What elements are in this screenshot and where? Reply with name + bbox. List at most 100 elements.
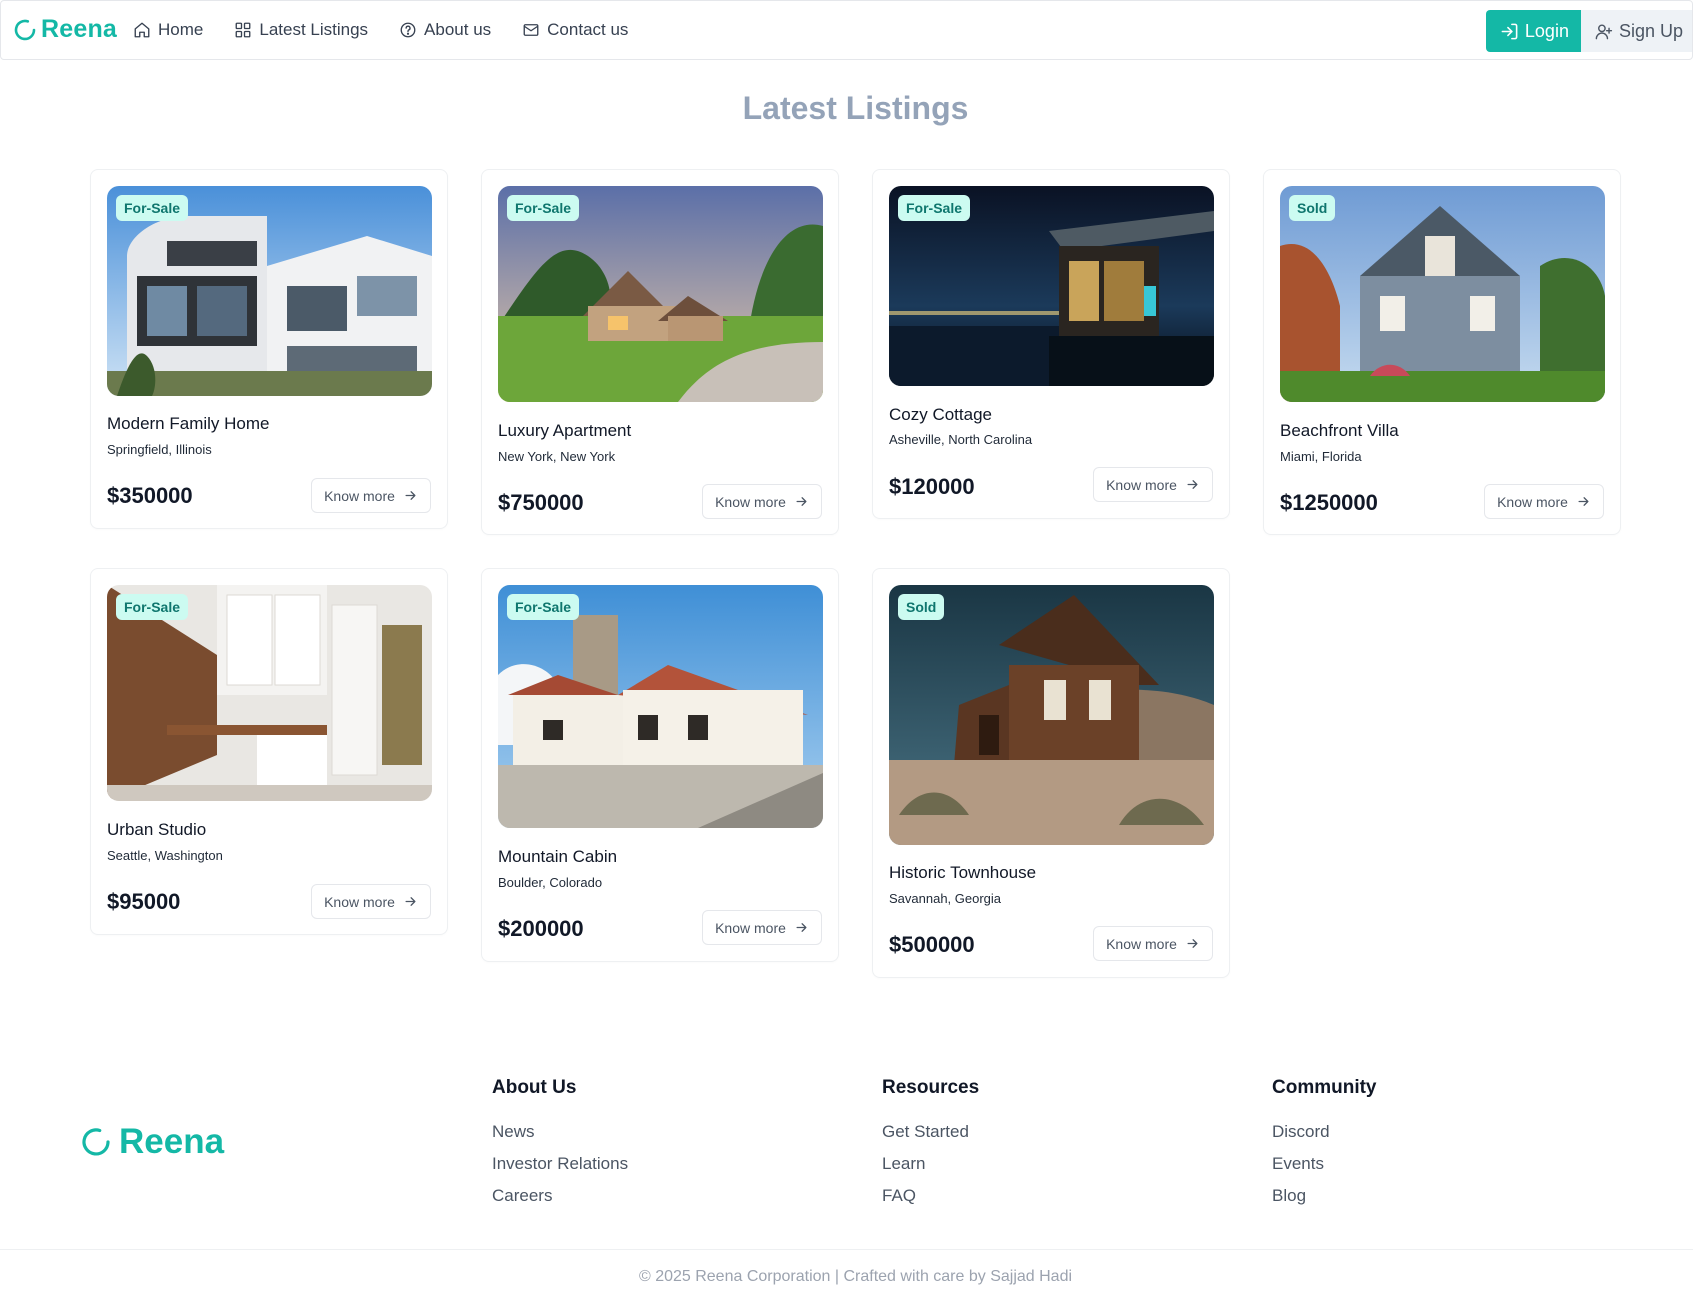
know-more-label: Know more [1106, 476, 1177, 493]
listing-location: Seattle, Washington [107, 848, 223, 863]
arrow-right-icon [405, 897, 416, 906]
grid-icon [235, 22, 251, 38]
know-more-label: Know more [324, 893, 395, 910]
listing-image[interactable]: For-Sale [889, 186, 1214, 386]
listing-card: Sold Beachfront Villa Miami, Florida $12… [1263, 169, 1621, 535]
know-more-button[interactable]: Know more [1093, 926, 1213, 961]
listing-price: $750000 [498, 490, 584, 515]
footer-column-about: About Us News Investor Relations Careers [492, 1077, 628, 1212]
brand-name: Reena [41, 15, 118, 43]
footer-column-title: About Us [492, 1077, 577, 1098]
footer-link-blog[interactable]: Blog [1272, 1180, 1377, 1212]
status-badge: For-Sale [507, 594, 580, 620]
listing-title: Mountain Cabin [498, 847, 618, 866]
listing-image[interactable]: For-Sale [107, 186, 432, 396]
know-more-label: Know more [715, 919, 786, 936]
footer-link-news[interactable]: News [492, 1116, 628, 1148]
help-circle-icon [400, 22, 416, 38]
nav-about[interactable]: About us [399, 20, 491, 40]
nav-latest-listings[interactable]: Latest Listings [234, 20, 368, 40]
status-badge: For-Sale [116, 195, 189, 221]
nav-about-label: About us [424, 20, 492, 39]
listing-card: Sold Historic Townhouse Savannah, Georgi… [872, 568, 1230, 978]
status-badge: For-Sale [507, 195, 580, 221]
listing-price: $500000 [889, 932, 975, 957]
home-icon [134, 22, 150, 38]
know-more-button[interactable]: Know more [1093, 467, 1213, 502]
arrow-right-icon [1578, 497, 1589, 506]
footer-column-community: Community Discord Events Blog [1272, 1077, 1377, 1212]
footer-column-title: Resources [882, 1077, 980, 1098]
know-more-label: Know more [715, 493, 786, 510]
login-button[interactable]: Login [1485, 10, 1581, 52]
footer-brand[interactable]: Reena [80, 1122, 224, 1162]
footer-link-get-started[interactable]: Get Started [882, 1116, 979, 1148]
listing-card: For-Sale Urban Studio Seattle, Washingto… [90, 568, 448, 935]
mail-icon [523, 24, 539, 36]
listing-location: Miami, Florida [1280, 449, 1362, 464]
listing-card: For-Sale Modern Family Home Springfield,… [90, 169, 448, 529]
know-more-button[interactable]: Know more [1484, 484, 1604, 519]
listing-title: Beachfront Villa [1280, 421, 1399, 440]
status-badge: For-Sale [116, 594, 189, 620]
user-plus-icon [1595, 23, 1613, 39]
nav-home[interactable]: Home [133, 20, 203, 40]
listing-location: Springfield, Illinois [107, 442, 212, 457]
page-title: Latest Listings [742, 90, 969, 126]
stone-villa-photo [498, 585, 823, 828]
footer-column-title: Community [1272, 1077, 1377, 1098]
footer-link-learn[interactable]: Learn [882, 1148, 979, 1180]
loader-circle-icon [14, 19, 36, 40]
listing-image[interactable]: For-Sale [498, 585, 823, 828]
listing-price: $200000 [498, 916, 584, 941]
know-more-button[interactable]: Know more [311, 884, 431, 919]
nav-contact-label: Contact us [547, 20, 629, 39]
listing-card: For-Sale Mountain Cabin Boulder, Colorad… [481, 568, 839, 962]
footer-link-events[interactable]: Events [1272, 1148, 1377, 1180]
know-more-label: Know more [1106, 935, 1177, 952]
arrow-right-icon [796, 923, 807, 932]
know-more-button[interactable]: Know more [702, 910, 822, 945]
signup-label: Sign Up [1618, 20, 1683, 41]
brand-logo[interactable]: Reena [13, 15, 117, 44]
listing-price: $350000 [107, 483, 193, 508]
footer-divider [0, 1249, 1693, 1250]
login-label: Login [1524, 20, 1569, 41]
arrow-right-icon [1187, 939, 1198, 948]
footer-column-resources: Resources Get Started Learn FAQ [882, 1077, 979, 1212]
wooden-cabin-photo [889, 585, 1214, 845]
listing-price: $1250000 [1280, 490, 1378, 515]
nav-latest-listings-label: Latest Listings [259, 20, 369, 39]
navbar: Reena Home Latest Listings About us Cont… [0, 0, 1693, 60]
log-in-icon [1501, 23, 1518, 39]
status-badge: For-Sale [898, 195, 971, 221]
signup-button[interactable]: Sign Up [1580, 10, 1692, 52]
nav-contact[interactable]: Contact us [522, 20, 628, 40]
know-more-label: Know more [1497, 493, 1568, 510]
footer-brand-name: Reena [119, 1122, 225, 1161]
listing-price: $120000 [889, 474, 975, 499]
nav-home-label: Home [158, 20, 204, 39]
listing-image[interactable]: Sold [889, 585, 1214, 845]
arrow-right-icon [405, 491, 416, 500]
listing-card: For-Sale Cozy Cottage Asheville, North C… [872, 169, 1230, 519]
arrow-right-icon [1187, 480, 1198, 489]
nav-links: Home Latest Listings About us Contact us [133, 20, 659, 40]
listing-image[interactable]: For-Sale [498, 186, 823, 402]
know-more-button[interactable]: Know more [311, 478, 431, 513]
listing-image[interactable]: For-Sale [107, 585, 432, 801]
know-more-button[interactable]: Know more [702, 484, 822, 519]
footer-link-investor-relations[interactable]: Investor Relations [492, 1148, 628, 1180]
listing-price: $95000 [107, 889, 181, 914]
listing-location: Asheville, North Carolina [889, 432, 1033, 447]
footer-link-discord[interactable]: Discord [1272, 1116, 1377, 1148]
auth-buttons: Login Sign Up [1485, 10, 1692, 52]
listing-location: Savannah, Georgia [889, 891, 1002, 906]
loader-circle-icon [82, 1128, 110, 1156]
footer-link-careers[interactable]: Careers [492, 1180, 628, 1212]
listing-image[interactable]: Sold [1280, 186, 1605, 402]
listing-title: Modern Family Home [107, 414, 270, 433]
listing-title: Cozy Cottage [889, 405, 992, 424]
listing-location: Boulder, Colorado [498, 875, 603, 890]
footer-link-faq[interactable]: FAQ [882, 1180, 979, 1212]
